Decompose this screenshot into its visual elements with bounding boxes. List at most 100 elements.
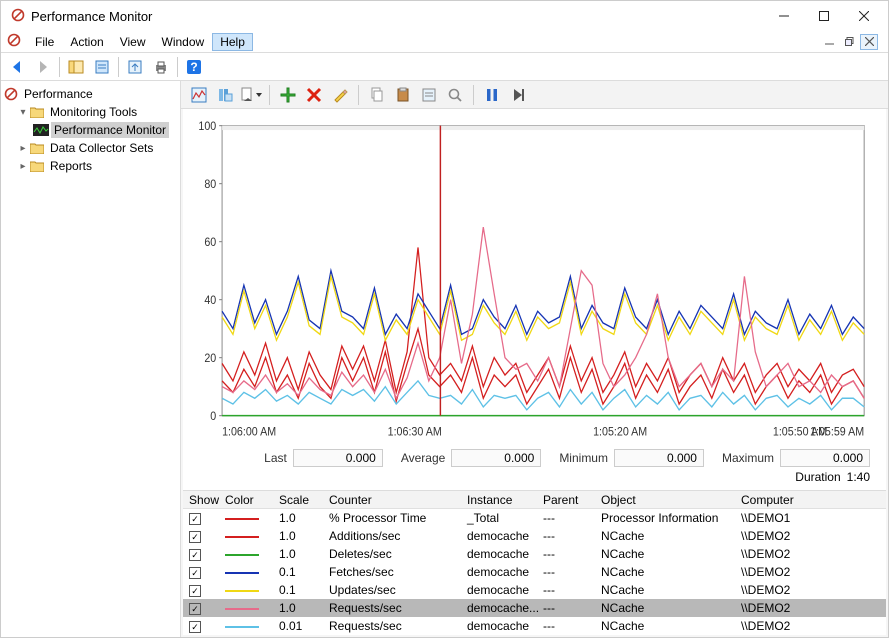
show-checkbox[interactable]: ✓ <box>189 531 201 543</box>
cell-parent: --- <box>543 619 601 633</box>
show-checkbox[interactable]: ✓ <box>189 567 201 579</box>
close-button[interactable] <box>844 1 884 31</box>
cell-parent: --- <box>543 511 601 525</box>
tree-reports[interactable]: ▸ Reports <box>3 157 178 175</box>
content-pane: 0204060801001:06:00 AM1:06:30 AM1:05:20 … <box>181 81 888 637</box>
help-button[interactable]: ? <box>182 55 206 79</box>
freeze-button[interactable] <box>480 83 504 107</box>
monitor-icon <box>33 122 49 138</box>
color-swatch <box>225 626 259 628</box>
folder-icon <box>29 158 45 174</box>
cell-counter: Additions/sec <box>329 529 467 543</box>
tree-root[interactable]: Performance <box>3 85 178 103</box>
cell-object: NCache <box>601 583 741 597</box>
cell-counter: % Processor Time <box>329 511 467 525</box>
collapse-icon[interactable]: ▾ <box>17 107 29 118</box>
col-counter[interactable]: Counter <box>329 493 467 507</box>
mdi-restore-button[interactable] <box>840 34 858 50</box>
zoom-button[interactable] <box>443 83 467 107</box>
color-swatch <box>225 572 259 574</box>
print-button[interactable] <box>149 55 173 79</box>
col-color[interactable]: Color <box>225 493 279 507</box>
menu-view[interactable]: View <box>112 33 154 51</box>
navigation-tree[interactable]: Performance ▾ Monitoring Tools Performan… <box>1 81 181 637</box>
forward-button[interactable] <box>31 55 55 79</box>
export-button[interactable] <box>123 55 147 79</box>
duration-label: Duration <box>795 470 840 484</box>
menu-action[interactable]: Action <box>62 33 111 51</box>
min-value: 0.000 <box>614 449 704 467</box>
col-scale[interactable]: Scale <box>279 493 329 507</box>
menu-window[interactable]: Window <box>154 33 213 51</box>
cell-counter: Fetches/sec <box>329 565 467 579</box>
show-checkbox[interactable]: ✓ <box>189 621 201 633</box>
show-checkbox[interactable]: ✓ <box>189 513 201 525</box>
expand-icon[interactable]: ▸ <box>17 161 29 172</box>
col-instance[interactable]: Instance <box>467 493 543 507</box>
cell-object: Processor Information <box>601 511 741 525</box>
cell-instance: _Total <box>467 511 543 525</box>
window-title: Performance Monitor <box>31 9 152 24</box>
col-computer[interactable]: Computer <box>741 493 886 507</box>
color-swatch <box>225 536 259 538</box>
properties-button[interactable] <box>90 55 114 79</box>
cell-counter: Deletes/sec <box>329 547 467 561</box>
tree-data-collector-sets[interactable]: ▸ Data Collector Sets <box>3 139 178 157</box>
mdi-minimize-button[interactable] <box>820 34 838 50</box>
col-show[interactable]: Show <box>183 493 225 507</box>
cell-scale: 1.0 <box>279 547 329 561</box>
paste-button[interactable] <box>391 83 415 107</box>
show-hide-tree-button[interactable] <box>64 55 88 79</box>
tree-monitoring-tools[interactable]: ▾ Monitoring Tools <box>3 103 178 121</box>
cell-parent: --- <box>543 565 601 579</box>
show-checkbox[interactable]: ✓ <box>189 603 201 615</box>
highlight-button[interactable] <box>328 83 352 107</box>
grid-row[interactable]: ✓0.1Fetches/secdemocache---NCache\\DEMO2 <box>183 563 886 581</box>
counter-grid[interactable]: Show Color Scale Counter Instance Parent… <box>183 490 886 635</box>
delete-counter-button[interactable] <box>302 83 326 107</box>
performance-chart[interactable]: 0204060801001:06:00 AM1:06:30 AM1:05:20 … <box>183 109 886 446</box>
cell-computer: \\DEMO2 <box>741 547 886 561</box>
menu-file[interactable]: File <box>27 33 62 51</box>
menu-help[interactable]: Help <box>212 33 253 51</box>
show-checkbox[interactable]: ✓ <box>189 585 201 597</box>
tree-performance-monitor[interactable]: Performance Monitor <box>3 121 178 139</box>
grid-row[interactable]: ✓1.0Deletes/secdemocache---NCache\\DEMO2 <box>183 545 886 563</box>
color-swatch <box>225 518 259 520</box>
view-histogram-button[interactable] <box>213 83 237 107</box>
cell-object: NCache <box>601 529 741 543</box>
copy-button[interactable] <box>365 83 389 107</box>
cell-counter: Requests/sec <box>329 601 467 615</box>
show-checkbox[interactable]: ✓ <box>189 549 201 561</box>
svg-text:60: 60 <box>204 237 216 250</box>
col-object[interactable]: Object <box>601 493 741 507</box>
grid-row[interactable]: ✓0.01Requests/secdemocache---NCache\\DEM… <box>183 617 886 635</box>
svg-text:80: 80 <box>204 179 216 192</box>
grid-row[interactable]: ✓0.1Updates/secdemocache---NCache\\DEMO2 <box>183 581 886 599</box>
cell-instance: democache <box>467 619 543 633</box>
folder-icon <box>29 104 45 120</box>
grid-header[interactable]: Show Color Scale Counter Instance Parent… <box>183 491 886 509</box>
update-button[interactable] <box>506 83 530 107</box>
last-label: Last <box>264 451 287 465</box>
grid-row[interactable]: ✓1.0Requests/secdemocache...---NCache\\D… <box>183 599 886 617</box>
col-parent[interactable]: Parent <box>543 493 601 507</box>
view-report-dropdown[interactable] <box>239 83 263 107</box>
folder-icon <box>29 140 45 156</box>
color-swatch <box>225 554 259 556</box>
app-icon-small <box>7 33 21 50</box>
add-counter-button[interactable] <box>276 83 300 107</box>
back-button[interactable] <box>5 55 29 79</box>
app-icon <box>11 8 25 25</box>
minimize-button[interactable] <box>764 1 804 31</box>
perf-icon <box>3 86 19 102</box>
properties-chart-button[interactable] <box>417 83 441 107</box>
grid-row[interactable]: ✓1.0Additions/secdemocache---NCache\\DEM… <box>183 527 886 545</box>
view-graph-button[interactable] <box>187 83 211 107</box>
expand-icon[interactable]: ▸ <box>17 143 29 154</box>
mdi-close-button[interactable] <box>860 34 878 50</box>
maximize-button[interactable] <box>804 1 844 31</box>
grid-row[interactable]: ✓1.0% Processor Time_Total---Processor I… <box>183 509 886 527</box>
menu-bar: File Action View Window Help <box>1 31 888 53</box>
cell-computer: \\DEMO2 <box>741 565 886 579</box>
